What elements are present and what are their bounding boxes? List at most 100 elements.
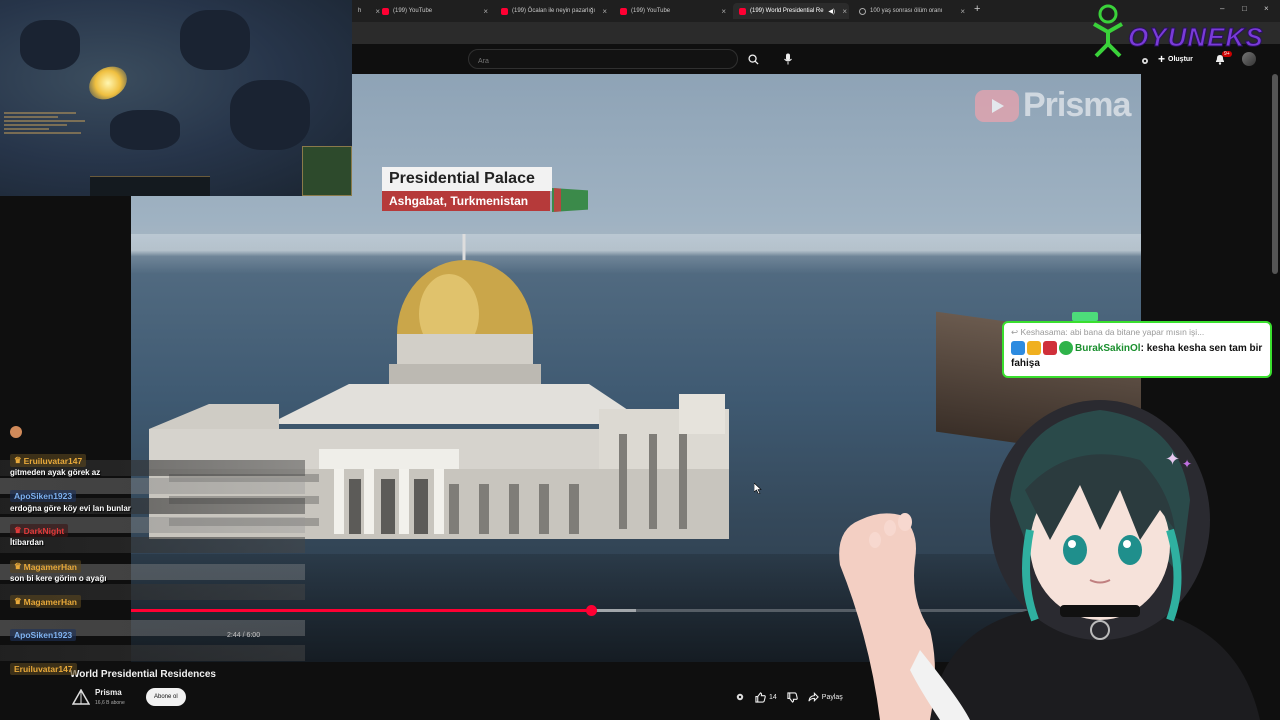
- browser-tab-active[interactable]: (199) World Presidential Re ◀) ×: [733, 3, 849, 19]
- svg-text:✦: ✦: [1182, 457, 1192, 471]
- moderator-badge-icon: [1011, 341, 1025, 356]
- svg-text:✦: ✦: [1165, 449, 1180, 470]
- crown-badge-icon: [1027, 341, 1041, 356]
- youtube-icon: [382, 7, 389, 15]
- like-button[interactable]: 14: [755, 691, 777, 703]
- channel-avatar-icon[interactable]: [71, 688, 91, 710]
- voice-search-button[interactable]: [778, 49, 798, 69]
- microphone-icon: [784, 53, 792, 65]
- spell-effect: [83, 60, 133, 106]
- chat-message: ♛ MagamerHan son bi kere görim o ayağı: [10, 556, 180, 583]
- chat-username: Eruiluvatar147: [10, 663, 77, 675]
- shield-badge-icon: [1043, 341, 1057, 356]
- globe-icon: [859, 7, 866, 15]
- reply-text: Keshasama: abi bana da bitane yapar mısı…: [1020, 327, 1205, 337]
- youtube-icon: [620, 7, 627, 15]
- location-caption: Presidential Palace Ashgabat, Turkmenist…: [382, 167, 552, 211]
- channel-watermark: Prisma: [975, 86, 1131, 125]
- new-tab-button[interactable]: +: [974, 3, 980, 15]
- chat-message: Eruiluvatar147: [10, 659, 180, 677]
- dislike-button[interactable]: [787, 691, 798, 703]
- vtuber-avatar: ✦ ✦: [839, 400, 1260, 720]
- watermark-text: Prisma: [1023, 86, 1131, 124]
- popup-message: BurakSakinOl: kesha kesha sen tam bir fa…: [1011, 341, 1263, 371]
- crown-icon: ♛: [14, 455, 22, 465]
- search-box[interactable]: [468, 49, 738, 71]
- browser-tab[interactable]: h ×: [352, 3, 380, 19]
- like-count: 14: [769, 693, 777, 701]
- user-emote-icon: [10, 426, 22, 438]
- username-text: MagamerHan: [23, 561, 78, 572]
- browser-tab[interactable]: (199) Öcalan ile neyin pazarlığı ×: [495, 3, 609, 19]
- game-stream-overlay: [0, 0, 352, 196]
- speaker-icon[interactable]: ◀): [828, 8, 835, 15]
- thumbs-down-icon: [787, 691, 798, 703]
- popup-username: BurakSakinOl: [1075, 343, 1141, 354]
- verified-badge-icon: [1059, 341, 1073, 356]
- game-hud: [90, 176, 210, 196]
- popup-decoration: [1072, 312, 1098, 321]
- page-scrollbar[interactable]: [1272, 74, 1278, 274]
- tab-label: (199) World Presidential Re: [750, 8, 824, 14]
- username-text: MagamerHan: [23, 596, 78, 607]
- chat-message: ♛ Eruiluvatar147 gitmeden ayak görek az: [10, 450, 180, 477]
- crown-icon: ♛: [14, 561, 22, 571]
- caption-subtitle: Ashgabat, Turkmenistan: [382, 191, 550, 211]
- close-icon[interactable]: ×: [721, 7, 726, 16]
- brand-logo-text: OYUNEKS: [1128, 22, 1264, 53]
- chat-username: ♛ DarkNight: [10, 524, 69, 537]
- tab-label: (199) YouTube: [631, 8, 671, 14]
- turkmenistan-flag-icon: [552, 188, 588, 212]
- browser-tab[interactable]: 100 yaş sonrası ölüm oranı ×: [853, 3, 967, 19]
- tab-label: (199) YouTube: [393, 8, 433, 14]
- caption-title: Presidential Palace: [382, 167, 552, 191]
- close-icon[interactable]: ×: [483, 7, 488, 16]
- chat-username: ♛ Eruiluvatar147: [10, 454, 87, 467]
- chat-username: ApoSiken1923: [10, 490, 77, 502]
- chat-message: ♛ MagamerHan: [10, 591, 180, 609]
- game-terrain: [110, 110, 180, 150]
- search-input[interactable]: [469, 52, 737, 71]
- screen: { "browser": { "tabs": [ {"label": "h", …: [0, 0, 1280, 720]
- mouse-cursor-icon: [754, 483, 762, 494]
- close-icon[interactable]: ×: [960, 7, 965, 16]
- subscriber-count: 16,6 B abone: [95, 700, 125, 706]
- username-text: Eruiluvatar147: [14, 664, 73, 674]
- browser-tab[interactable]: (199) YouTube ×: [376, 3, 490, 19]
- share-icon: [808, 692, 819, 702]
- search-icon: [747, 53, 759, 65]
- reply-context: ↩ Keshasama: abi bana da bitane yapar mı…: [1011, 327, 1263, 338]
- crown-icon: ♛: [14, 596, 22, 606]
- subscribe-button[interactable]: Abone ol: [146, 688, 186, 706]
- chat-message: ApoSiken1923: [10, 625, 180, 643]
- username-text: ApoSiken1923: [14, 491, 73, 501]
- channel-name[interactable]: Prisma: [95, 688, 122, 697]
- youtube-icon: [501, 7, 508, 15]
- thumbs-up-icon: [755, 691, 766, 703]
- settings-gear-icon[interactable]: [735, 692, 745, 702]
- chat-text: erdoğna göre köy evi lan bunlar: [10, 504, 131, 513]
- search-button[interactable]: [740, 49, 766, 69]
- play-logo-icon: [975, 89, 1019, 122]
- username-text: DarkNight: [23, 525, 65, 536]
- close-icon[interactable]: ×: [602, 7, 607, 16]
- game-terrain: [230, 80, 310, 150]
- chat-message: ♛ DarkNight İtibardan: [10, 520, 180, 547]
- game-chat-log: [4, 112, 94, 172]
- username-text: ApoSiken1923: [14, 630, 73, 640]
- browser-tab[interactable]: (199) YouTube ×: [614, 3, 728, 19]
- tab-label: (199) Öcalan ile neyin pazarlığı: [512, 8, 596, 14]
- chat-username: ♛ MagamerHan: [10, 560, 82, 573]
- game-terrain: [180, 10, 250, 70]
- youtube-icon: [739, 7, 746, 15]
- progress-played: [131, 609, 592, 612]
- chat-username: ♛ MagamerHan: [10, 595, 82, 608]
- chat-username: ApoSiken1923: [10, 629, 77, 641]
- chat-text: son bi kere görim o ayağı: [10, 574, 107, 583]
- highlighted-chat-popup: ↩ Keshasama: abi bana da bitane yapar mı…: [1002, 321, 1272, 378]
- game-minimap: [302, 146, 352, 196]
- chat-text: gitmeden ayak görek az: [10, 468, 101, 477]
- chat-text: İtibardan: [10, 538, 44, 547]
- close-icon[interactable]: ×: [842, 7, 847, 16]
- chat-message: ApoSiken1923 erdoğna göre köy evi lan bu…: [10, 486, 180, 513]
